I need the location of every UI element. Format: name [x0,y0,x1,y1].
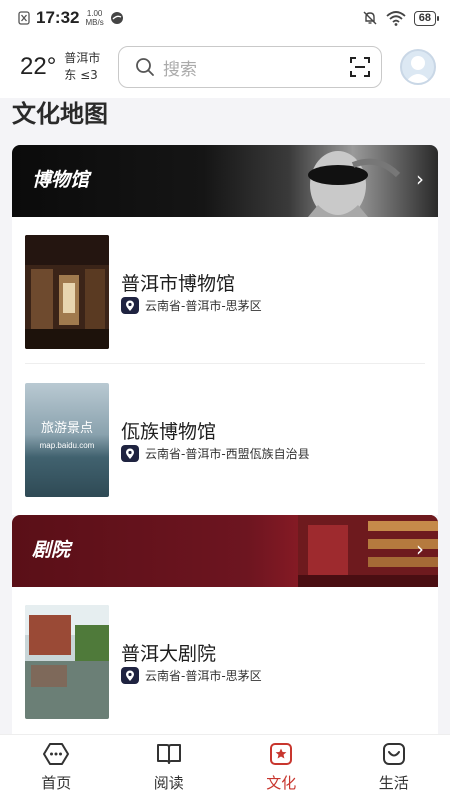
app-indicator-icon [110,12,123,24]
item-name: 佤族博物馆 [121,421,217,443]
item-location: 云南省-普洱市-西盟佤族自治县 [121,445,310,462]
theatre-list: 普洱大剧院 云南省-普洱市-思茅区 [12,587,438,734]
item-location: 云南省-普洱市-思茅区 [121,297,262,314]
search-bar[interactable]: 搜索 [118,46,382,88]
tab-read[interactable]: 阅读 [113,735,226,800]
museum-section-label: 博物馆 [32,169,90,191]
status-time: 17:32 [36,8,80,27]
item-name: 普洱市博物馆 [121,273,236,295]
mute-bell-icon [363,11,377,25]
list-item[interactable]: 旅游景点 map.baidu.com 佤族博物馆 云南省-普洱市-西盟佤族自治县 [25,383,425,497]
divider [25,363,425,364]
item-location: 云南省-普洱市-思茅区 [121,667,262,684]
wifi-icon [386,10,406,26]
temperature: 22° [20,53,57,80]
list-item[interactable]: 普洱大剧院 云南省-普洱市-思茅区 [25,605,425,719]
thumb-subcaption: map.baidu.com [39,441,95,450]
tab-home[interactable]: 首页 [0,735,113,800]
list-item[interactable]: 普洱市博物馆 云南省-普洱市-思茅区 [25,235,425,349]
theatre-section-banner[interactable]: 剧院 › [12,515,438,587]
life-icon [382,743,405,765]
item-name: 普洱大剧院 [121,643,217,665]
museum-thumbnail [25,235,109,349]
content-area[interactable]: 文化地图 博物馆 › 普洱市博物馆 云南省-普洱市-思茅区 旅游景点 map.b… [0,98,450,734]
weather-wind: 东 ≤3 [64,68,98,82]
tab-culture[interactable]: 文化 [225,735,338,800]
avatar[interactable] [400,49,436,85]
page-title: 文化地图 [12,100,108,128]
weather-widget[interactable]: 22° 普洱市 东 ≤3 [20,50,118,84]
thumb-caption: 旅游景点 [40,421,93,436]
statue-image [308,151,401,217]
museum-section-banner[interactable]: 博物馆 › [12,145,438,217]
museum-list: 普洱市博物馆 云南省-普洱市-思茅区 旅游景点 map.baidu.com 佤族… [12,217,438,515]
user-icon [405,56,431,83]
chevron-right-icon[interactable]: › [416,537,424,561]
home-icon [43,743,70,765]
theatre-section-label: 剧院 [32,539,71,561]
chevron-right-icon[interactable]: › [416,167,424,191]
scan-icon[interactable] [349,56,371,78]
museum-thumbnail: 旅游景点 map.baidu.com [25,383,109,497]
search-input[interactable]: 搜索 [163,55,349,80]
bottom-tab-bar: 首页 阅读 文化 生活 [0,734,450,800]
book-icon [156,744,181,764]
weather-city: 普洱市 [64,51,101,65]
location-pin-icon [121,667,139,684]
search-icon [136,58,154,76]
network-speed: 1.00 MB/s [85,9,104,27]
battery-indicator: 68 [413,10,440,26]
tab-life[interactable]: 生活 [338,735,450,800]
top-header: 22° 普洱市 东 ≤3 搜索 [0,36,450,98]
location-pin-icon [121,297,139,314]
theatre-thumbnail [25,605,109,719]
status-bar: 17:32 1.00 MB/s 68 [0,0,450,36]
location-pin-icon [121,445,139,462]
culture-icon [270,743,293,765]
notification-icon [18,11,30,25]
